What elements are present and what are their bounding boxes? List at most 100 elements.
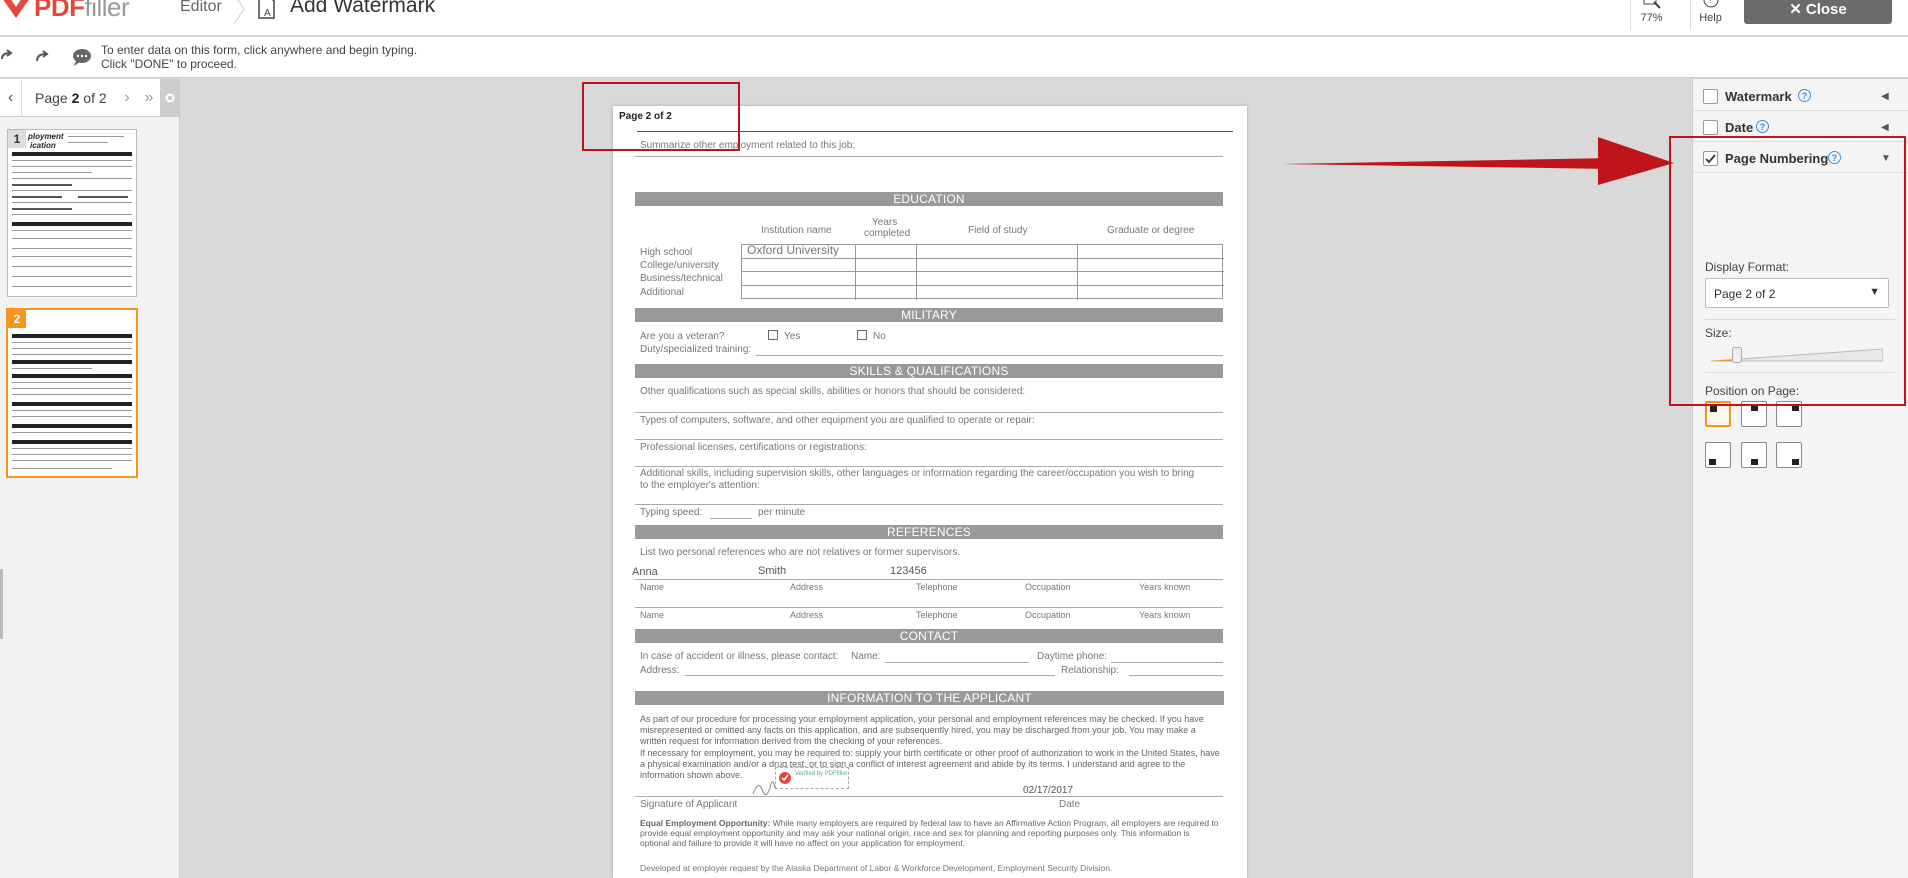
next-page-button[interactable]: › — [118, 79, 136, 117]
zoom-button[interactable]: 77% — [1630, 0, 1672, 30]
close-label: Close — [1805, 0, 1847, 18]
ref-col-years: Years known — [1139, 582, 1191, 592]
position-bottom-center[interactable] — [1741, 442, 1767, 468]
section-references: REFERENCES — [635, 525, 1223, 539]
ref-address-input[interactable]: Smith — [758, 565, 786, 577]
annotation-highlight-page-number — [582, 82, 740, 151]
veteran-no-label: No — [873, 331, 886, 342]
ref-col-name: Name — [640, 610, 665, 620]
section-military: MILITARY — [635, 308, 1223, 322]
ref-col-telephone: Telephone — [916, 582, 958, 592]
help-button[interactable]: ! Help — [1690, 0, 1730, 30]
hint-line-2: Click "DONE" to proceed. — [101, 57, 237, 71]
help-icon: ! — [1703, 0, 1718, 8]
chat-bubble-icon — [72, 48, 92, 66]
ref-col-telephone: Telephone — [916, 610, 958, 620]
undo-icon[interactable] — [0, 49, 14, 65]
gear-icon[interactable] — [160, 79, 180, 117]
redo-icon[interactable] — [34, 49, 50, 65]
logo-accent: filler — [84, 0, 130, 22]
ref-phone-input[interactable]: 123456 — [890, 565, 927, 577]
contact-daytime-label: Daytime phone: — [1037, 651, 1108, 662]
ref-name-input[interactable]: Anna — [632, 566, 658, 578]
section-contact: CONTACT — [635, 629, 1223, 643]
page-thumbnail-2[interactable]: 2 — [6, 308, 138, 478]
logo-main: PDF — [34, 0, 85, 22]
contact-relationship-label: Relationship: — [1061, 665, 1119, 676]
edu-institution-input[interactable]: Oxford University — [747, 243, 839, 257]
watermark-row[interactable]: Watermark ? ◀ — [1693, 81, 1908, 111]
page-thumbnail-1[interactable]: 1 ployment ication — [7, 129, 137, 297]
page-indicator-suffix: of 2 — [79, 90, 107, 106]
ref-col-name: Name — [640, 582, 665, 592]
section-education: EDUCATION — [635, 192, 1223, 206]
verified-text: Verified by PDFfiller — [795, 771, 848, 777]
section-skills: SKILLS & QUALIFICATIONS — [635, 364, 1223, 378]
contact-line: In case of accident or illness, please c… — [640, 651, 839, 662]
watermark-tool-icon: A — [256, 0, 278, 20]
edu-col-degree: Graduate or degree — [1107, 225, 1195, 236]
position-bottom-right[interactable] — [1776, 442, 1802, 468]
date-label: Date — [1725, 120, 1754, 135]
zoom-icon — [1643, 0, 1661, 9]
caret-left-icon[interactable]: ◀ — [1881, 122, 1889, 133]
skills-line-1: Other qualifications such as special ski… — [640, 386, 1026, 397]
close-icon: ✕ — [1789, 1, 1802, 18]
page-navigator: ‹ Page 2 of 2 › » — [0, 79, 180, 117]
veteran-yes-label: Yes — [784, 331, 801, 342]
pdffiller-logo[interactable]: PDFfiller — [0, 0, 130, 23]
annotation-arrow-icon — [1284, 137, 1674, 185]
scroll-handle[interactable] — [0, 569, 3, 639]
veteran-no-checkbox[interactable] — [857, 330, 867, 340]
eeo-paragraph: Equal Employment Opportunity: While many… — [640, 818, 1220, 848]
skills-line-3: Professional licenses, certifications or… — [640, 442, 867, 453]
date-checkbox[interactable] — [1703, 120, 1718, 135]
document-page[interactable]: Page 2 of 2 Summarize other employment r… — [613, 106, 1247, 878]
info-paragraph-2: If necessary for employment, you may be … — [640, 748, 1220, 780]
thumbnail-title-2: ication — [30, 141, 56, 150]
thumbnail-panel: ‹ Page 2 of 2 › » 1 ployment ication 2 — [0, 79, 180, 878]
zoom-level: 77% — [1640, 12, 1663, 24]
veteran-yes-checkbox[interactable] — [768, 330, 778, 340]
hint-text: To enter data on this form, click anywhe… — [101, 43, 417, 71]
logo-icon — [0, 0, 34, 18]
date-input[interactable]: 02/17/2017 — [1023, 785, 1073, 796]
close-button[interactable]: ✕ Close — [1744, 0, 1892, 24]
ref-col-address: Address — [790, 582, 824, 592]
help-circle-icon[interactable]: ? — [1756, 120, 1769, 133]
date-label: Date — [1059, 799, 1081, 810]
hint-line-1: To enter data on this form, click anywhe… — [101, 43, 418, 57]
veteran-question: Are you a veteran? — [640, 331, 725, 342]
svg-text:!: ! — [1709, 0, 1711, 5]
caret-left-icon[interactable]: ◀ — [1881, 91, 1889, 102]
skills-line-2: Types of computers, software, and other … — [640, 415, 1035, 426]
ref-col-occupation: Occupation — [1025, 582, 1071, 592]
verified-icon — [778, 771, 792, 790]
breadcrumb-editor[interactable]: Editor — [180, 0, 222, 16]
signature-label: Signature of Applicant — [640, 799, 738, 810]
ref-col-address: Address — [790, 610, 824, 620]
skills-line-4: Additional skills, including supervision… — [640, 468, 1195, 479]
skills-line-5: to the employer's attention: — [640, 480, 760, 491]
position-bottom-left[interactable] — [1705, 442, 1731, 468]
thumbnail-number: 2 — [8, 310, 26, 328]
watermark-checkbox[interactable] — [1703, 89, 1718, 104]
page-indicator-prefix: Page — [35, 90, 72, 106]
page-title: Add Watermark — [290, 0, 436, 17]
help-label: Help — [1699, 12, 1722, 24]
prev-page-button[interactable]: ‹ — [0, 79, 22, 117]
section-information: INFORMATION TO THE APPLICANT — [635, 691, 1224, 705]
edu-col-field: Field of study — [968, 225, 1028, 236]
contact-address-label: Address: — [640, 665, 680, 676]
per-minute-label: per minute — [758, 507, 806, 518]
thumbnail-title-1: ployment — [28, 132, 64, 141]
eeo-bold: Equal Employment Opportunity: — [640, 818, 771, 828]
edu-row-high-school: High school — [640, 247, 693, 258]
page-indicator: Page 2 of 2 — [35, 90, 107, 106]
edu-row-business: Business/technical — [640, 273, 723, 284]
help-circle-icon[interactable]: ? — [1798, 89, 1811, 102]
ref-col-occupation: Occupation — [1025, 610, 1071, 620]
logo-text: PDFfiller — [34, 0, 130, 23]
duty-label: Duty/specialized training: — [640, 344, 752, 355]
last-page-button[interactable]: » — [138, 79, 160, 117]
